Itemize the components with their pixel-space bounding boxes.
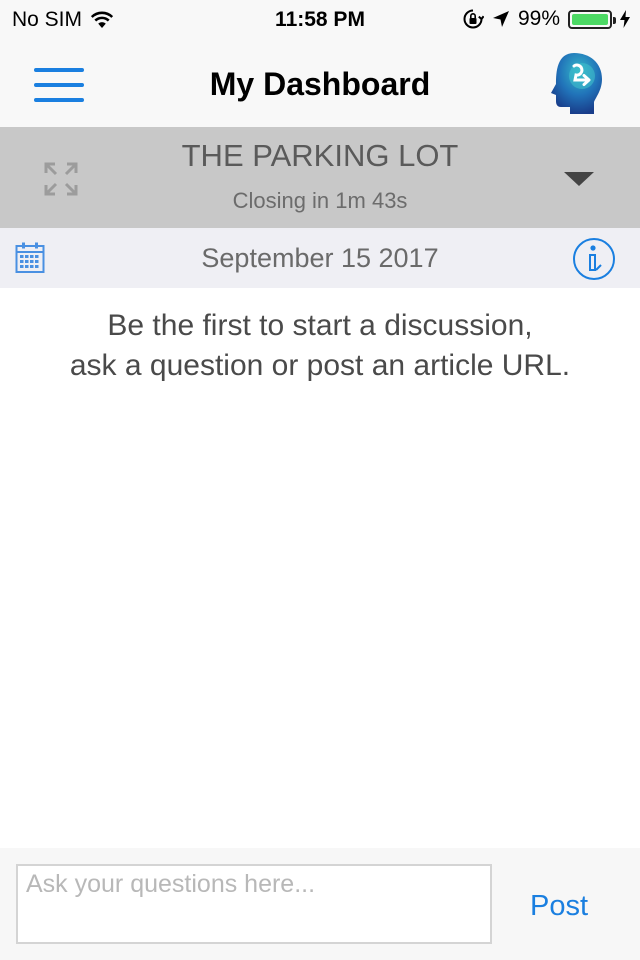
post-button[interactable]: Post	[500, 886, 618, 926]
empty-state-line-2: ask a question or post an article URL.	[69, 349, 571, 382]
wifi-icon	[90, 11, 114, 28]
status-bar: No SIM 11:58 PM 99%	[0, 0, 640, 40]
status-left: No SIM	[12, 8, 114, 32]
rotation-lock-icon	[463, 9, 484, 29]
battery-percent: 99%	[517, 7, 560, 30]
info-icon[interactable]	[572, 237, 616, 281]
question-input[interactable]	[16, 864, 492, 944]
location-arrow-icon	[492, 11, 509, 27]
nav-bar: My Dashboard	[0, 40, 640, 128]
carrier-label: No SIM	[12, 8, 83, 31]
battery-level-fill	[572, 13, 608, 25]
caret-down-icon[interactable]	[564, 172, 594, 186]
battery-tip	[613, 16, 616, 24]
closing-countdown: Closing in 1m 43s	[232, 188, 408, 213]
brain-logo-icon[interactable]	[544, 50, 608, 116]
hamburger-menu-icon[interactable]	[34, 68, 84, 102]
date-label: September 15 2017	[201, 243, 439, 273]
battery-icon	[568, 9, 616, 29]
charging-bolt-icon	[620, 10, 630, 28]
empty-state-line-1: Be the first to start a discussion,	[107, 309, 533, 342]
empty-state-message: Be the first to start a discussion, ask …	[0, 306, 640, 386]
status-right: 99%	[462, 7, 630, 31]
panel-title: THE PARKING LOT	[181, 138, 459, 173]
